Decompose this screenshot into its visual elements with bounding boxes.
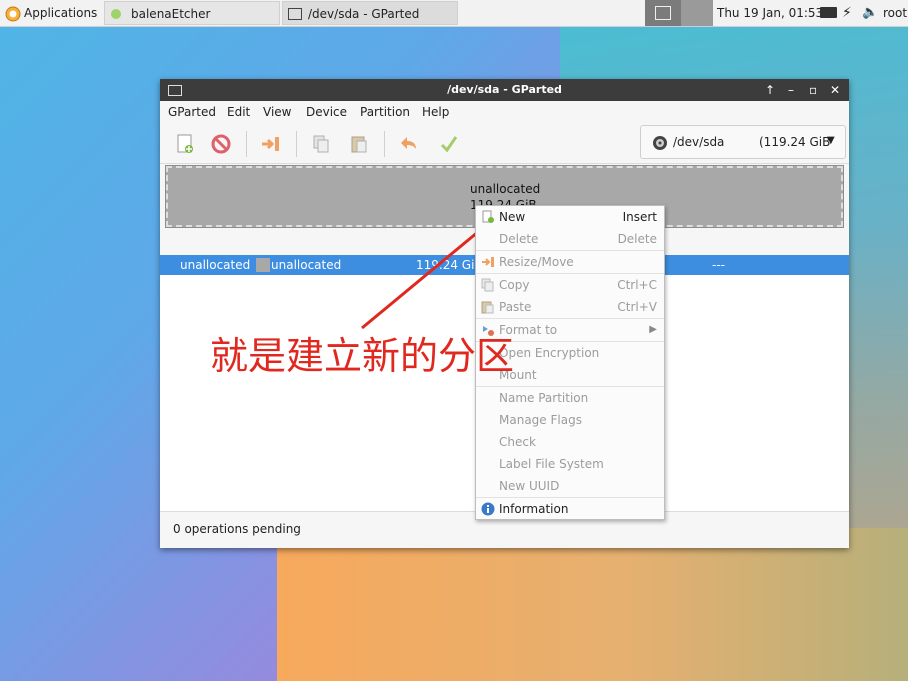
- chevron-down-icon: ▼: [827, 135, 835, 146]
- resize-move-icon[interactable]: [260, 133, 282, 155]
- menu-item-label: Copy: [499, 278, 530, 292]
- menu-edit[interactable]: Edit: [227, 101, 250, 123]
- menu-item-label-file-system[interactable]: Label File System: [476, 453, 664, 475]
- toolbar-separator: [246, 131, 247, 157]
- menu-item-name-partition[interactable]: Name Partition: [476, 387, 664, 409]
- minimize-button[interactable]: –: [788, 79, 794, 101]
- menu-partition[interactable]: Partition: [360, 101, 410, 123]
- operations-pending: 0 operations pending: [173, 522, 301, 536]
- close-button[interactable]: ✕: [830, 79, 840, 101]
- menu-item-accel: Delete: [617, 232, 657, 246]
- menu-item-manage-flags[interactable]: Manage Flags: [476, 409, 664, 431]
- terminal-window-icon: [288, 8, 302, 20]
- applications-label: Applications: [24, 6, 98, 20]
- menu-item-paste[interactable]: Paste Ctrl+V: [476, 296, 664, 318]
- undo-icon[interactable]: [398, 133, 420, 155]
- partition-size: 119.24 GiB: [416, 258, 483, 272]
- menu-item-copy[interactable]: Copy Ctrl+C: [476, 274, 664, 296]
- menu-gparted[interactable]: GParted: [168, 101, 216, 123]
- apply-icon[interactable]: [438, 133, 460, 155]
- paste-icon: [481, 301, 494, 314]
- network-icon[interactable]: ⚡: [842, 0, 860, 26]
- menu-item-label: Check: [499, 435, 536, 449]
- menu-item-new-uuid[interactable]: New UUID: [476, 475, 664, 497]
- title-bar[interactable]: /dev/sda - GParted ↑ – ▫ ✕: [160, 79, 849, 101]
- menu-item-label: Paste: [499, 300, 532, 314]
- menu-view[interactable]: View: [263, 101, 291, 123]
- info-icon: [481, 502, 495, 516]
- window-title: /dev/sda - GParted: [447, 83, 562, 96]
- resize-move-icon: [482, 257, 494, 267]
- new-partition-icon: [482, 210, 494, 223]
- menu-help[interactable]: Help: [422, 101, 449, 123]
- menu-item-label: New: [499, 210, 526, 224]
- menu-item-new[interactable]: New Insert: [476, 206, 664, 228]
- workspace-1[interactable]: [645, 0, 681, 26]
- annotation-text: 就是建立新的分区: [210, 334, 515, 378]
- menu-item-information[interactable]: Information: [476, 498, 664, 520]
- new-partition-icon[interactable]: [174, 133, 196, 155]
- menu-item-label: Resize/Move: [499, 255, 574, 269]
- workspace-window-icon: [655, 6, 671, 20]
- menu-item-label: Label File System: [499, 457, 604, 471]
- menu-item-label: Information: [499, 502, 569, 516]
- menu-item-label: Manage Flags: [499, 413, 582, 427]
- menu-device[interactable]: Device: [306, 101, 347, 123]
- menu-bar: GParted Edit View Device Partition Help: [160, 101, 849, 123]
- maximize-button[interactable]: ▫: [809, 79, 817, 101]
- device-name: /dev/sda: [673, 135, 725, 149]
- keyboard-icon[interactable]: [820, 0, 838, 26]
- device-size: (119.24 GiB: [759, 135, 831, 149]
- hard-disk-icon: [653, 136, 667, 150]
- clock[interactable]: Thu 19 Jan, 01:53: [717, 0, 823, 26]
- menu-item-label: New UUID: [499, 479, 560, 493]
- menu-item-label: Open Encryption: [499, 346, 600, 360]
- menu-item-resize-move[interactable]: Resize/Move: [476, 251, 664, 273]
- graph-partition-label: unallocated: [470, 182, 541, 196]
- partition-filesystem: unallocated: [271, 258, 342, 272]
- taskbar-item-balenaetcher[interactable]: balenaEtcher: [104, 1, 280, 25]
- partition-name: unallocated: [180, 258, 251, 272]
- paste-icon[interactable]: [348, 133, 370, 155]
- keep-above-button[interactable]: ↑: [765, 79, 775, 101]
- menu-item-accel: Ctrl+V: [617, 300, 657, 314]
- toolbar: /dev/sda (119.24 GiB ▼: [160, 123, 849, 164]
- volume-icon[interactable]: 🔈: [862, 0, 880, 26]
- taskbar-item-label: /dev/sda - GParted: [308, 7, 420, 21]
- taskbar-item-label: balenaEtcher: [131, 7, 211, 21]
- user-menu[interactable]: root: [883, 0, 907, 26]
- submenu-arrow-icon: ▶: [649, 324, 657, 335]
- workspace-2[interactable]: [681, 0, 713, 26]
- top-panel: Applications balenaEtcher /dev/sda - GPa…: [0, 0, 908, 27]
- menu-item-label: Delete: [499, 232, 539, 246]
- menu-item-check[interactable]: Check: [476, 431, 664, 453]
- filesystem-color-swatch: [256, 258, 270, 272]
- partition-flags: ---: [712, 258, 725, 272]
- toolbar-separator: [296, 131, 297, 157]
- menu-item-accel: Insert: [622, 210, 657, 224]
- delete-partition-icon[interactable]: [210, 133, 232, 155]
- menu-item-delete[interactable]: Delete Delete: [476, 228, 664, 250]
- device-selector[interactable]: /dev/sda (119.24 GiB ▼: [640, 125, 846, 159]
- taskbar-item-gparted[interactable]: /dev/sda - GParted: [282, 1, 458, 25]
- balenaetcher-icon: [111, 9, 121, 19]
- menu-item-accel: Ctrl+C: [617, 278, 657, 292]
- desktop-wallpaper-orange: [277, 528, 908, 681]
- menu-item-label: Name Partition: [499, 391, 589, 405]
- copy-icon: [481, 278, 494, 292]
- copy-icon[interactable]: [310, 133, 332, 155]
- applications-icon: [5, 6, 21, 22]
- toolbar-separator: [384, 131, 385, 157]
